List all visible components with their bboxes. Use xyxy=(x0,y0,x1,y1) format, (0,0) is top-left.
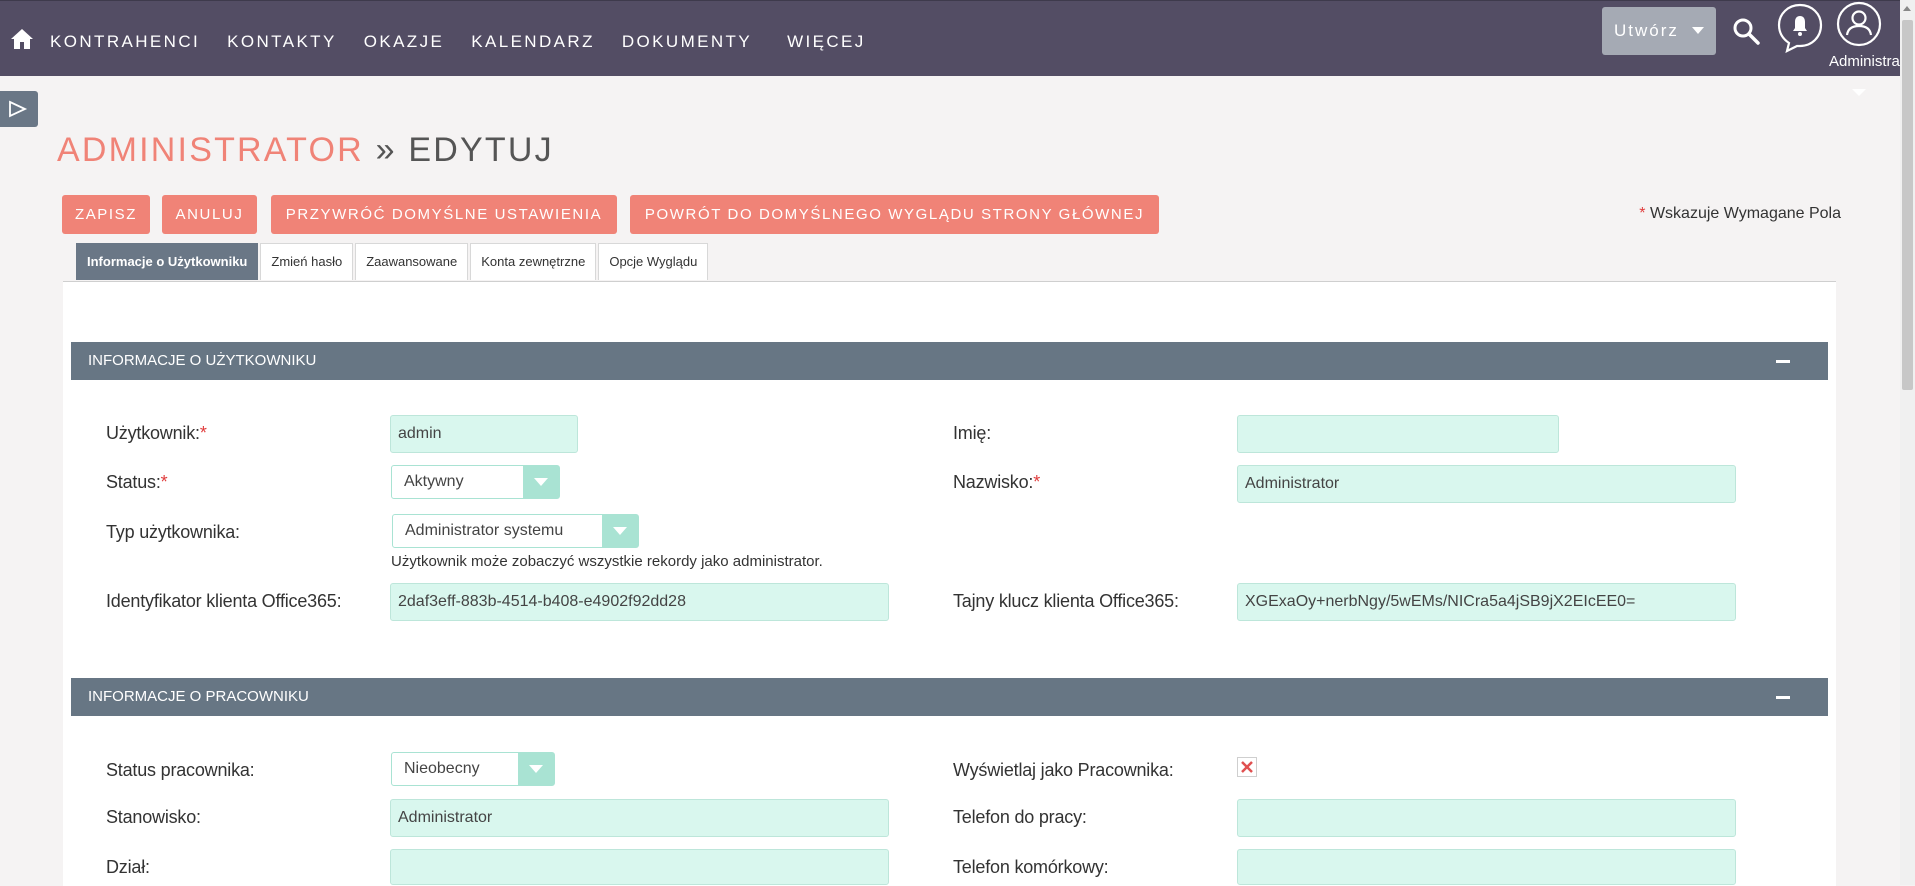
firstname-input[interactable] xyxy=(1237,415,1559,453)
lastname-label-text: Nazwisko: xyxy=(953,472,1034,492)
show-as-employee-checkbox[interactable] xyxy=(1237,757,1257,777)
required-fields-note: * Wskazuje Wymagane Pola xyxy=(1639,205,1841,223)
collapse-minus-icon[interactable] xyxy=(1776,696,1790,699)
title-action: EDYTUJ xyxy=(408,131,554,169)
lastname-label: Nazwisko:* xyxy=(953,472,1040,493)
tab-layout-options[interactable]: Opcje Wyglądu xyxy=(598,243,709,280)
tab-change-password[interactable]: Zmień hasło xyxy=(260,243,354,280)
section-title: INFORMACJE O PRACOWNIKU xyxy=(88,688,309,705)
save-button[interactable]: ZAPISZ xyxy=(62,195,150,234)
show-as-employee-label: Wyświetlaj jako Pracownika: xyxy=(953,760,1174,780)
scroll-up-arrow-icon[interactable] xyxy=(1903,6,1911,11)
dropdown-arrow-icon xyxy=(602,515,638,547)
usertype-select[interactable]: Administrator systemu xyxy=(392,514,639,548)
nav-okazje[interactable]: OKAZJE xyxy=(364,32,445,52)
module-name: ADMINISTRATOR xyxy=(57,131,364,169)
required-star: * xyxy=(160,472,168,492)
employee-status-select[interactable]: Nieobecny xyxy=(391,752,555,786)
username-label: Użytkownik:* xyxy=(106,423,207,444)
status-select[interactable]: Aktywny xyxy=(391,465,560,499)
top-navbar: KONTRAHENCI KONTAKTY OKAZJE KALENDARZ DO… xyxy=(0,0,1915,96)
work-phone-label: Telefon do pracy: xyxy=(953,807,1087,827)
client-secret-label: Tajny klucz klienta Office365: xyxy=(953,591,1179,611)
user-info-section-header[interactable]: INFORMACJE O UŻYTKOWNIKU xyxy=(71,342,1828,380)
tab-external-accounts[interactable]: Konta zewnętrzne xyxy=(470,243,597,280)
main-menu: KONTRAHENCI KONTAKTY OKAZJE KALENDARZ DO… xyxy=(50,32,893,52)
usertype-help-text: Użytkownik może zobaczyć wszystkie rekor… xyxy=(391,553,823,570)
user-menu-caret-icon[interactable] xyxy=(1852,89,1866,96)
sidebar-toggle-button[interactable] xyxy=(0,91,38,127)
required-star: * xyxy=(1639,205,1646,222)
nav-kontakty[interactable]: KONTAKTY xyxy=(227,32,337,52)
create-button-label: Utwórz xyxy=(1614,21,1679,40)
status-label-text: Status: xyxy=(106,472,161,492)
cross-icon xyxy=(1241,761,1253,773)
job-title-input[interactable] xyxy=(390,799,889,837)
scrollbar-thumb[interactable] xyxy=(1902,20,1913,390)
job-title-label: Stanowisko: xyxy=(106,807,201,827)
client-id-label: Identyfikator klienta Office365: xyxy=(106,591,342,611)
cancel-button[interactable]: ANULUJ xyxy=(162,195,257,234)
employee-status-select-value: Nieobecny xyxy=(404,760,480,777)
work-phone-input[interactable] xyxy=(1237,799,1736,837)
username-input[interactable] xyxy=(390,415,578,453)
department-input[interactable] xyxy=(390,849,889,885)
office365-client-id-input[interactable] xyxy=(390,583,889,621)
tab-bar: Informacje o Użytkowniku Zmień hasło Zaa… xyxy=(76,243,710,281)
firstname-label: Imię: xyxy=(953,423,992,443)
restore-defaults-button[interactable]: PRZYWRÓĆ DOMYŚLNE USTAWIENIA xyxy=(271,195,617,234)
search-icon[interactable] xyxy=(1731,16,1761,46)
usertype-select-value: Administrator systemu xyxy=(405,522,564,539)
mobile-phone-input[interactable] xyxy=(1237,849,1736,885)
tab-user-info[interactable]: Informacje o Użytkowniku xyxy=(76,243,259,280)
nav-kalendarz[interactable]: KALENDARZ xyxy=(471,32,595,52)
lastname-input[interactable] xyxy=(1237,465,1736,503)
page-title: ADMINISTRATOR » EDYTUJ xyxy=(57,131,554,170)
usertype-label: Typ użytkownika: xyxy=(106,522,240,542)
status-label: Status:* xyxy=(106,472,168,493)
dropdown-arrow-icon xyxy=(518,753,554,785)
required-star: * xyxy=(199,423,207,443)
mobile-phone-label: Telefon komórkowy: xyxy=(953,857,1109,877)
section-title: INFORMACJE O UŻYTKOWNIKU xyxy=(88,352,317,369)
nav-kontrahenci[interactable]: KONTRAHENCI xyxy=(50,32,200,52)
status-select-value: Aktywny xyxy=(404,473,464,490)
nav-more[interactable]: WIĘCEJ xyxy=(787,32,866,52)
create-button[interactable]: Utwórz xyxy=(1602,7,1716,55)
user-avatar-icon[interactable] xyxy=(1836,1,1882,47)
username-label-text: Użytkownik: xyxy=(106,423,200,443)
notification-bell-icon[interactable] xyxy=(1777,3,1823,53)
dropdown-arrow-icon xyxy=(523,466,559,498)
required-note-text: Wskazuje Wymagane Pola xyxy=(1649,205,1841,222)
chevron-down-icon xyxy=(1692,27,1704,34)
tab-advanced[interactable]: Zaawansowane xyxy=(355,243,469,280)
home-icon[interactable] xyxy=(10,27,34,51)
office365-client-secret-input[interactable] xyxy=(1237,583,1736,621)
collapse-minus-icon[interactable] xyxy=(1776,360,1790,363)
employee-info-section-header[interactable]: INFORMACJE O PRACOWNIKU xyxy=(71,678,1828,716)
nav-dokumenty[interactable]: DOKUMENTY xyxy=(622,32,752,52)
employee-status-label: Status pracownika: xyxy=(106,760,255,780)
title-separator: » xyxy=(375,131,397,169)
department-label: Dział: xyxy=(106,857,150,877)
required-star: * xyxy=(1033,472,1041,492)
reset-homepage-button[interactable]: POWRÓT DO DOMYŚLNEGO WYGLĄDU STRONY GŁÓW… xyxy=(630,195,1159,234)
play-arrow-icon xyxy=(9,100,28,118)
